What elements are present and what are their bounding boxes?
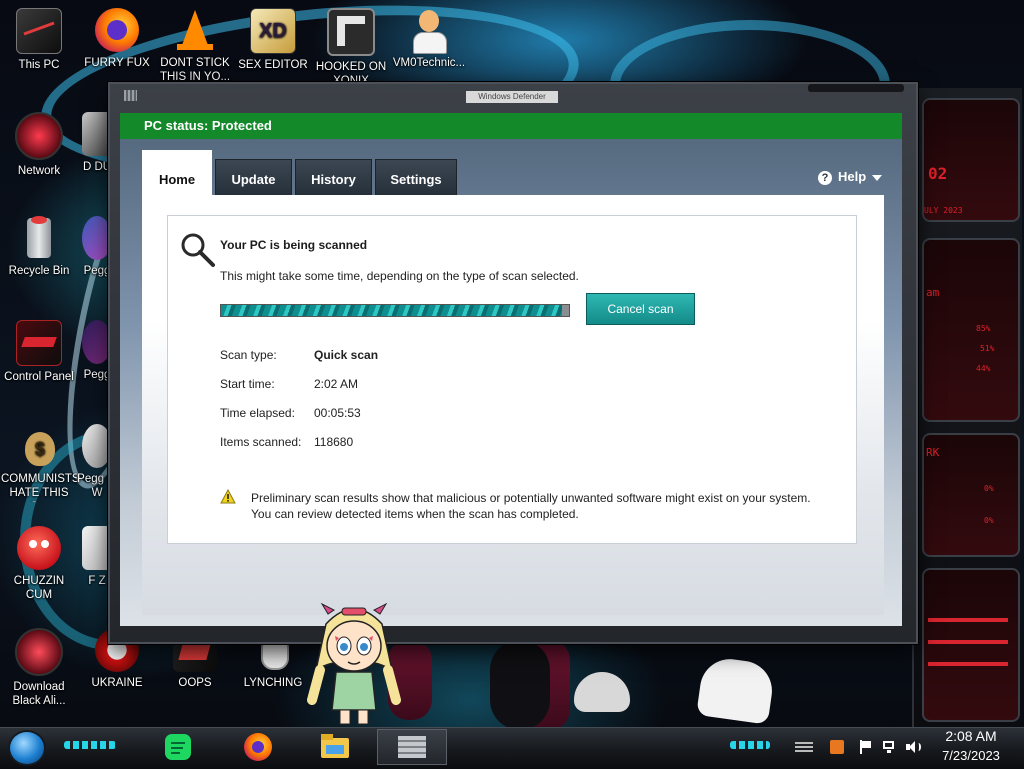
flag-icon[interactable] [858,740,872,754]
desktop-icon-chuzzin[interactable]: CHUZZIN CUM [1,526,77,602]
windows-defender-icon[interactable] [377,729,447,765]
panel-am: am [926,286,940,299]
chevron-down-icon [872,174,883,181]
panel-bar [928,640,1008,644]
help-icon: ? [818,171,832,185]
money-bag-icon: $ [17,424,61,468]
vlc-cone-icon [173,8,217,52]
scan-progress-remaining [562,305,569,316]
preliminary-warning: Preliminary scan results show that malic… [251,491,851,522]
start-orb-icon[interactable] [8,730,46,766]
app-tray-icon[interactable] [830,740,844,754]
pc-status-text: PC status: Protected [144,118,272,133]
desktop-icon-vm0technic[interactable]: VM0Technic... [391,8,467,70]
desktop-icon-xonix[interactable]: HOOKED ON XONIX [313,8,389,88]
alienware-icon [15,628,63,676]
desktop-icon-black-ali[interactable]: Download Black Ali... [1,628,77,708]
scan-progress-fill [221,305,563,316]
network-icon [15,112,63,160]
search-icon [181,233,215,267]
desktop-icon-furry-fux[interactable]: FURRY FUX [79,8,155,70]
help-label: Help [838,169,867,184]
panel-disk: 44% [976,364,991,373]
spotify-icon[interactable] [162,732,194,762]
cartoon-character-sticker [307,602,401,725]
scan-type-label: Scan type: [220,348,277,362]
desktop-icon-control-panel[interactable]: Control Panel [1,320,77,384]
desktop-icon-network[interactable]: Network [1,112,77,178]
window-title: Windows Defender [466,91,558,103]
scan-title: Your PC is being scanned [220,238,368,252]
time-elapsed-label: Time elapsed: [220,406,295,420]
rainmeter-panel: 02 ULY 2023 am 85% 51% 44% RK 0% 0% [912,88,1022,728]
panel-down: 0% [984,516,994,525]
tab-update[interactable]: Update [215,159,292,195]
computer-icon [16,8,62,54]
tab-settings[interactable]: Settings [375,159,457,195]
desktop-icon-sex-editor[interactable]: XD SEX EDITOR [235,8,311,72]
panel-month: ULY 2023 [924,206,963,215]
warning-line-1: Preliminary scan results show that malic… [251,491,811,505]
panel-bar [928,662,1008,666]
window-system-icon[interactable] [124,90,137,101]
tray-overflow-icon[interactable] [795,742,813,752]
doctor-avatar-icon [407,8,451,54]
warning-icon [220,489,236,504]
cancel-scan-button[interactable]: Cancel scan [586,293,695,325]
items-scanned-label: Items scanned: [220,435,302,449]
taskbar-glow-decoration [730,741,770,749]
clock-time[interactable]: 2:08 AM [936,728,1006,744]
volume-icon[interactable] [905,740,921,754]
taskbar-glow-decoration [64,741,116,749]
pc-status-bar: PC status: Protected [120,113,902,139]
control-panel-icon [16,320,62,366]
desktop-icon-dont-stick[interactable]: DONT STICK THIS IN YO... [157,8,233,84]
help-menu[interactable]: ? Help [818,169,883,185]
scan-description: This might take some time, depending on … [220,269,579,283]
adobe-xd-icon: XD [250,8,296,54]
desktop-icon-this-pc[interactable]: This PC [1,8,77,72]
panel-cpu: 85% [976,324,991,333]
start-time-value: 2:02 AM [314,377,359,391]
xonix-game-icon [327,8,375,56]
start-time-label: Start time: [220,377,275,391]
window-frame-ornament [808,84,904,92]
desktop-icon-communists[interactable]: $ COMMUNISTS HATE THIS G... [1,424,77,502]
firefox-icon [95,8,139,52]
warning-line-2: You can review detected items when the s… [251,506,579,521]
panel-bar [928,618,1008,622]
panel-up: 0% [984,484,994,493]
panel-ram: 51% [980,344,995,353]
items-scanned-value: 118680 [314,435,354,449]
chuzzle-icon [17,526,61,570]
clock-date[interactable]: 7/23/2023 [930,748,1012,763]
scan-progress-bar [220,304,570,317]
tab-history[interactable]: History [295,159,372,195]
firefox-icon[interactable] [242,732,274,762]
desktop-icon-recycle-bin[interactable]: Recycle Bin [1,216,77,278]
panel-network: RK [926,446,940,459]
panel-day: 02 [928,164,948,183]
network-tray-icon[interactable] [882,740,896,754]
time-elapsed-value: 00:05:53 [314,406,361,420]
file-explorer-icon[interactable] [319,732,351,762]
scan-type-value: Quick scan [314,348,379,362]
tab-home[interactable]: Home [142,150,212,196]
recycle-bin-icon [17,216,61,260]
